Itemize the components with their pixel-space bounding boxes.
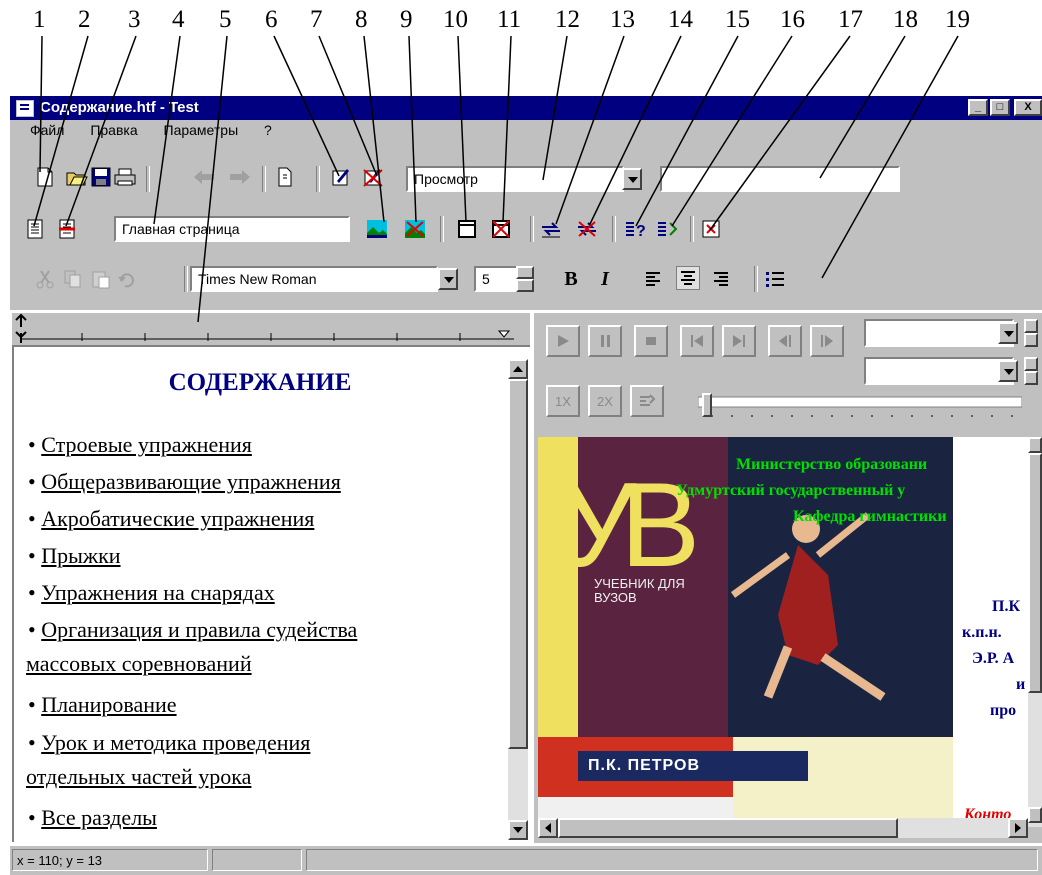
callout-leader-lines <box>33 35 959 323</box>
